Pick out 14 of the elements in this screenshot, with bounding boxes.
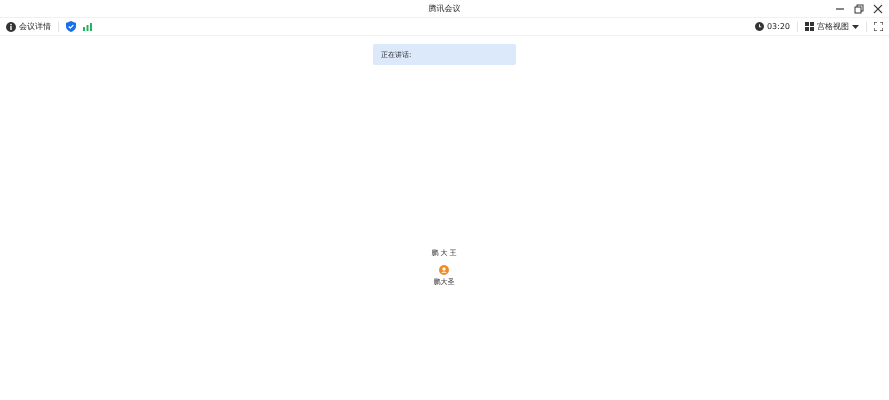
meeting-timer: 03:20 [766,22,790,31]
restore-icon[interactable] [854,4,864,14]
meeting-info-button[interactable]: 会议详情 [6,21,51,32]
shield-icon[interactable] [66,21,76,32]
clock-icon [754,22,764,31]
caret-icon [852,24,859,28]
grid-icon [805,22,814,31]
user-icon [439,265,449,275]
view-dropdown[interactable]: 宫格视图 [805,21,859,32]
signal-icon[interactable] [83,22,92,30]
fullscreen-icon[interactable] [874,22,883,31]
window-title: 腾讯会议 [428,3,460,14]
info-icon [6,22,16,32]
close-icon[interactable] [873,4,883,14]
